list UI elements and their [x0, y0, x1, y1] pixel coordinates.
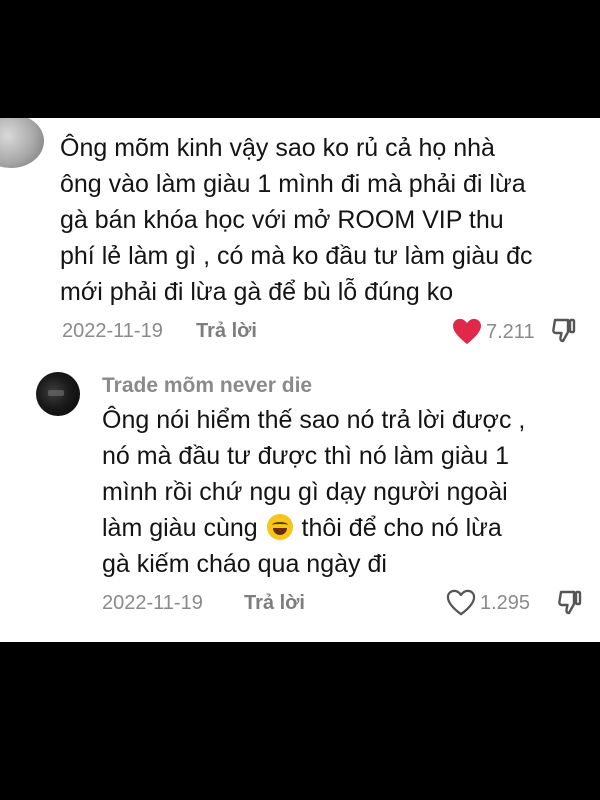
like-count: 7.211: [486, 321, 535, 343]
heart-outline-icon[interactable]: [446, 589, 476, 617]
laughing-emoji-icon: [266, 514, 293, 540]
like-count: 1.295: [480, 592, 531, 614]
comment-date: 2022-11-19: [102, 592, 203, 614]
comment-date: 2022-11-19: [62, 320, 163, 342]
comment-author[interactable]: Trade mõm never die: [102, 374, 312, 398]
avatar[interactable]: [0, 118, 44, 168]
heart-filled-icon[interactable]: [452, 318, 482, 346]
comment-text: Ông mõm kinh vậy sao ko rủ cả họ nhà ông…: [60, 134, 533, 306]
bottom-black-bar: [0, 642, 600, 800]
dislike-icon[interactable]: [556, 588, 584, 616]
avatar[interactable]: [36, 372, 80, 416]
comment-text: Ông nói hiểm thế sao nó trả lời được , n…: [102, 402, 582, 582]
top-black-bar: [0, 0, 600, 118]
reply-button[interactable]: Trả lời: [244, 592, 305, 615]
dislike-icon[interactable]: [550, 316, 578, 344]
reply-button[interactable]: Trả lời: [196, 320, 257, 343]
comments-panel: Ông mõm kinh vậy sao ko rủ cả họ nhà ông…: [0, 118, 600, 642]
